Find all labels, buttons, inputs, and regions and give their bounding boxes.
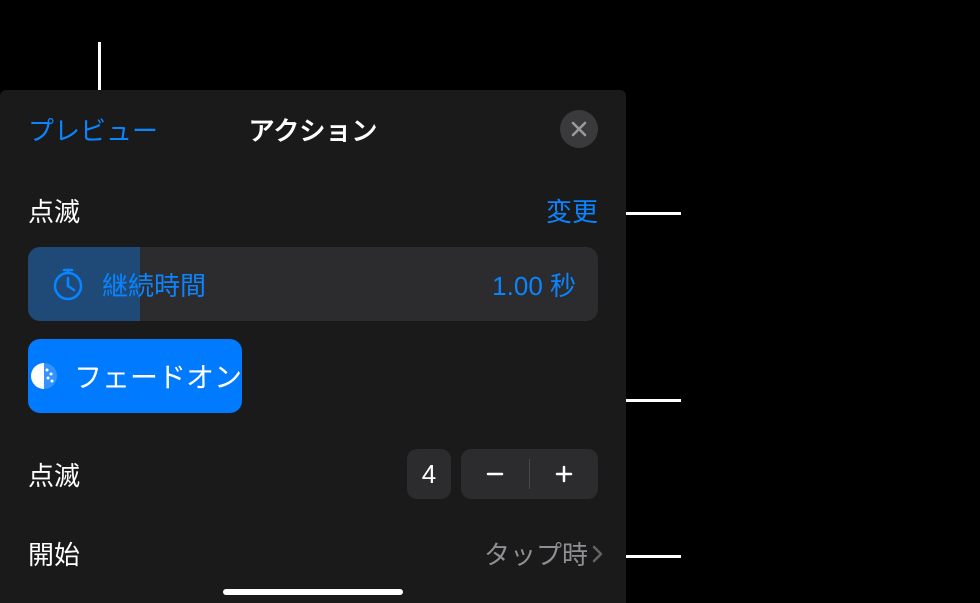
stepper-decrement[interactable] [461,449,529,499]
minus-icon [485,464,505,484]
home-indicator[interactable] [223,589,403,595]
stepper-controls: 4 [407,449,598,499]
plus-icon [554,464,574,484]
fade-button[interactable]: フェードオン [28,339,242,413]
blink-stepper-row: 点滅 4 [0,431,626,517]
stepper-value: 4 [407,449,451,499]
effect-section-header: 点滅 変更 [0,168,626,247]
timer-icon [50,266,86,302]
start-label: 開始 [28,535,80,572]
close-button[interactable] [560,110,598,148]
stepper-increment[interactable] [530,449,598,499]
start-value-wrap: タップ時 [484,535,604,572]
action-panel: プレビュー アクション 点滅 変更 継続時間 1.00 秒 [0,90,626,603]
panel-header: プレビュー アクション [0,90,626,168]
change-button[interactable]: 変更 [546,192,598,229]
duration-slider[interactable]: 継続時間 1.00 秒 [28,247,598,321]
start-row[interactable]: 開始 タップ時 [0,517,626,590]
callout-line [98,42,101,97]
preview-button[interactable]: プレビュー [28,111,158,148]
effect-name-label: 点滅 [28,192,80,229]
close-icon [571,121,587,137]
chevron-right-icon [592,544,604,564]
start-value: タップ時 [484,535,588,572]
blink-stepper-label: 点滅 [28,456,80,493]
duration-label: 継続時間 [102,266,492,303]
panel-title: アクション [249,111,378,148]
fade-icon [28,360,60,392]
stepper-buttons [461,449,598,499]
fade-label: フェードオン [74,356,242,396]
duration-value: 1.00 秒 [492,266,576,303]
